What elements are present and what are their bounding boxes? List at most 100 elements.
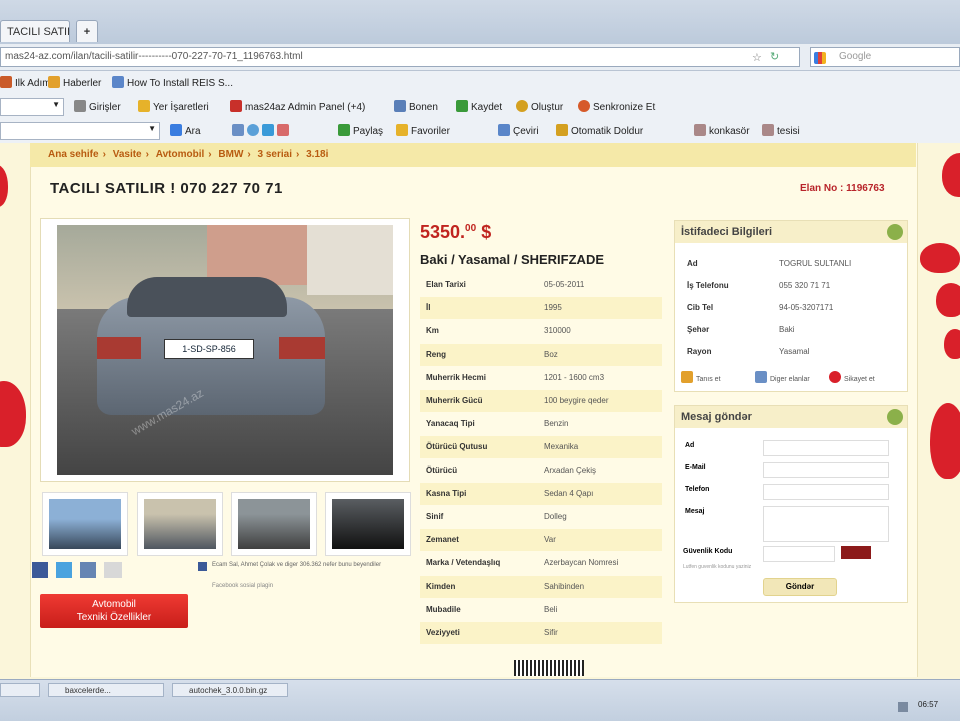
breadcrumb-item[interactable]: Avtomobil — [156, 149, 205, 160]
browser-tab-bar: TACILI SATILIR ! 070 ... + — [0, 0, 960, 44]
breadcrumb-item[interactable]: 3 seriai — [258, 149, 292, 160]
bookmarks-bar: Ilk Adım Haberler How To Install REIS S.… — [0, 71, 960, 96]
dropdown-arrow-icon: ▼ — [52, 100, 60, 109]
photo-thumbnail[interactable] — [231, 492, 317, 556]
spec-value: Beli — [544, 604, 558, 614]
spec-value: Sedan 4 Qapı — [544, 488, 594, 498]
new-tab-button[interactable]: + — [76, 20, 98, 42]
toolbar-label: Oluştur — [531, 102, 564, 113]
search-icon — [170, 124, 182, 136]
spec-key: Ötürücü — [426, 465, 458, 475]
name-input[interactable] — [763, 440, 889, 456]
price: 5350.00 $ — [420, 222, 491, 243]
seller-row-value: 055 320 71 71 — [779, 281, 831, 290]
captcha-input[interactable] — [763, 546, 835, 562]
autofill-icon — [556, 124, 568, 136]
breadcrumb-item[interactable]: Ana sehife — [48, 149, 99, 160]
toolbar-konkasor[interactable]: konkasör — [694, 124, 750, 138]
toolbar-kaydet[interactable]: Kaydet — [456, 100, 502, 114]
seller-row: Ad TOGRUL SULTANLI — [675, 253, 907, 275]
seller-panel-title: İstifadeci Bilgileri — [681, 226, 773, 238]
price-main: 5350. — [420, 222, 466, 242]
car-photo[interactable]: 1-SD-SP-856 www.mas24.az — [57, 225, 393, 475]
toolbar-yer-isaretleri[interactable]: Yer İşaretleri — [138, 100, 209, 114]
toolbar-bonen[interactable]: Bonen — [394, 100, 438, 114]
browser-tab-active[interactable]: TACILI SATILIR ! 070 ... — [0, 20, 70, 42]
spec-value: 310000 — [544, 326, 571, 336]
phone-input[interactable] — [763, 484, 889, 500]
speaker-icon[interactable] — [898, 702, 908, 712]
seller-row-key: Cib Tel — [687, 303, 714, 312]
seller-row-value: 94-05-3207171 — [779, 303, 834, 312]
breadcrumb-item[interactable]: Vasite — [113, 149, 142, 160]
search-input[interactable]: Google — [810, 47, 960, 67]
share-icon[interactable] — [80, 562, 96, 578]
toolbar-ceviri[interactable]: Çeviri — [498, 124, 539, 138]
field-label: Ad — [685, 442, 695, 449]
report-label: Sikayet et — [844, 376, 875, 383]
toolbar-dropdown[interactable]: ▼ — [0, 98, 64, 116]
recommend-action[interactable]: Tanıs et — [681, 371, 721, 383]
star-icon[interactable]: ☆ — [752, 51, 762, 64]
taskbar-item[interactable] — [0, 683, 40, 697]
breadcrumb-item[interactable]: BMW — [218, 149, 243, 160]
link-icon — [694, 124, 706, 136]
spec-key: Kimden — [426, 581, 456, 591]
spec-value: Azerbaycan Nomresi — [544, 558, 619, 568]
toolbar-favoriler[interactable]: Favoriler — [396, 124, 450, 138]
twitter-share-icon[interactable] — [56, 562, 72, 578]
toolbar-icons[interactable] — [232, 124, 292, 138]
toolbar-tesisi[interactable]: tesisi — [762, 124, 800, 138]
taskbar: baxcelerde... autochek_3.0.0.bin.gz 06:5… — [0, 679, 960, 721]
toolbar-otomatik-doldur[interactable]: Otomatik Doldur — [556, 124, 643, 138]
heart-decoration — [0, 381, 26, 447]
heart-decoration — [944, 329, 960, 359]
field-label: E-Mail — [685, 464, 706, 471]
taskbar-item[interactable]: autochek_3.0.0.bin.gz — [172, 683, 288, 697]
toolbar-search-field[interactable]: ▼ — [0, 122, 160, 140]
car-specs-button[interactable]: Avtomobil Texniki Özellikler — [40, 594, 188, 628]
send-button[interactable]: Göndər — [763, 578, 837, 596]
like-button[interactable] — [104, 562, 122, 578]
bookmark-ilk-adim[interactable]: Ilk Adım — [0, 76, 51, 90]
reload-icon[interactable]: ↻ — [770, 50, 779, 63]
spec-row: Elan Tarixi 05-05-2011 — [420, 274, 662, 296]
seller-info-panel: İstifadeci Bilgileri Ad TOGRUL SULTANLI İ… — [674, 220, 908, 392]
toolbar-olustur[interactable]: Oluştur — [516, 100, 563, 114]
listing-number-value: 1196763 — [846, 183, 885, 194]
message-textarea[interactable] — [763, 506, 889, 542]
toolbar-admin-panel[interactable]: mas24az Admin Panel (+4) — [230, 100, 365, 114]
facebook-share-icon[interactable] — [32, 562, 48, 578]
recommend-label: Tanıs et — [696, 376, 721, 383]
bookmark-haberler[interactable]: Haberler — [48, 76, 101, 90]
seller-row: İş Telefonu 055 320 71 71 — [675, 275, 907, 297]
bookmark-how-to-install[interactable]: How To Install REIS S... — [112, 76, 233, 90]
message-icon — [887, 409, 903, 425]
spec-key: Zemanet — [426, 535, 459, 545]
toolbar-ara[interactable]: Ara — [170, 124, 201, 138]
email-input[interactable] — [763, 462, 889, 478]
report-action[interactable]: Sikayet et — [829, 371, 875, 383]
photo-thumbnail[interactable] — [42, 492, 128, 556]
photo-thumbnail[interactable] — [137, 492, 223, 556]
photo-thumbnail[interactable] — [325, 492, 411, 556]
taskbar-item[interactable]: baxcelerde... — [48, 683, 164, 697]
spec-key: Kasna Tipi — [426, 488, 467, 498]
spec-value: Sifir — [544, 628, 558, 637]
main-photo-frame[interactable]: 1-SD-SP-856 www.mas24.az — [40, 218, 410, 482]
other-ads-label: Diger elanlar — [770, 376, 810, 383]
spec-value: Dolleg — [544, 512, 567, 521]
spec-row: Veziyyeti Sifir — [420, 622, 662, 644]
breadcrumb-item[interactable]: 3.18i — [306, 149, 328, 160]
message-panel: Mesaj göndər Ad E-Mail Telefon Mesaj Güv… — [674, 405, 908, 603]
toolbar-senkronize[interactable]: Senkronize Et — [578, 100, 655, 114]
spec-key: İl — [426, 303, 431, 313]
spec-key: Veziyyeti — [426, 628, 460, 637]
share-icon — [338, 124, 350, 136]
toolbar-paylas[interactable]: Paylaş — [338, 124, 383, 138]
seller-row-key: Ad — [687, 259, 698, 268]
address-bar[interactable]: mas24-az.com/ilan/tacili-satilir--------… — [0, 47, 800, 67]
user-icon — [74, 100, 86, 112]
toolbar-girisler[interactable]: Girişler — [74, 100, 121, 114]
other-ads-action[interactable]: Diger elanlar — [755, 371, 810, 383]
